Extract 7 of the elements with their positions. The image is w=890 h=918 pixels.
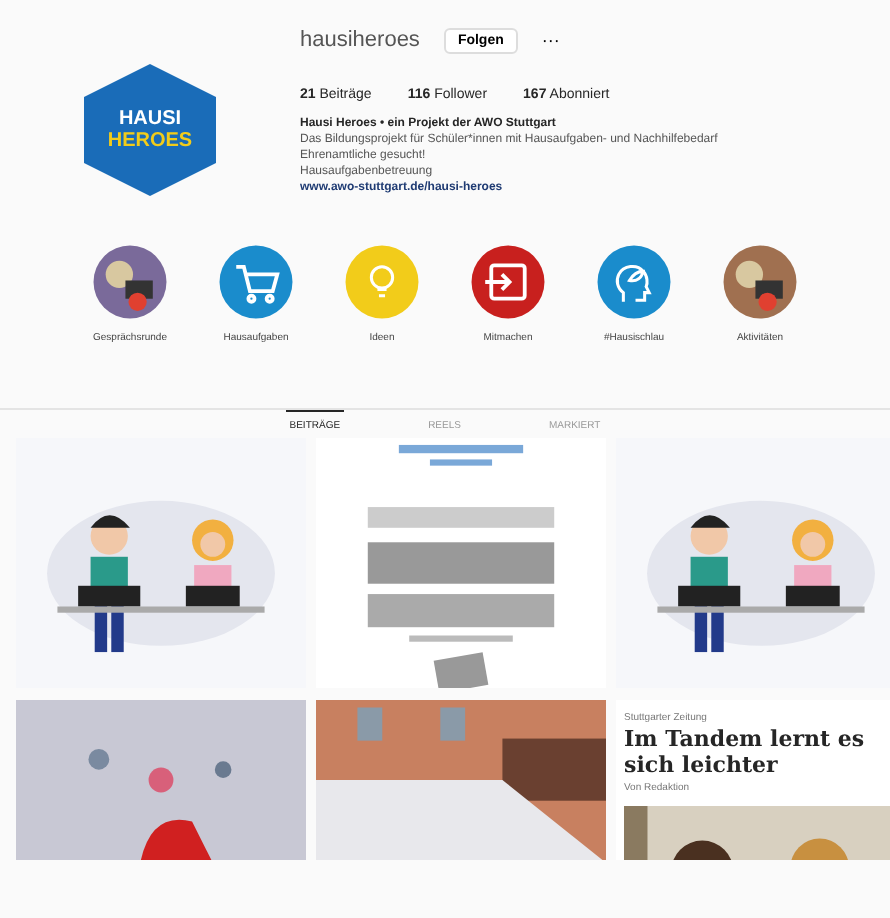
highlight-cover[interactable] (470, 244, 546, 320)
highlight-cover[interactable] (722, 244, 798, 320)
article-title: Im Tandem lernt es sich leichter (624, 728, 867, 779)
highlight-cover[interactable] (92, 244, 168, 320)
more-button[interactable]: ··· (541, 30, 560, 50)
logo: HAUSI HEROES (84, 64, 216, 196)
username: hausiheroes (300, 28, 420, 52)
